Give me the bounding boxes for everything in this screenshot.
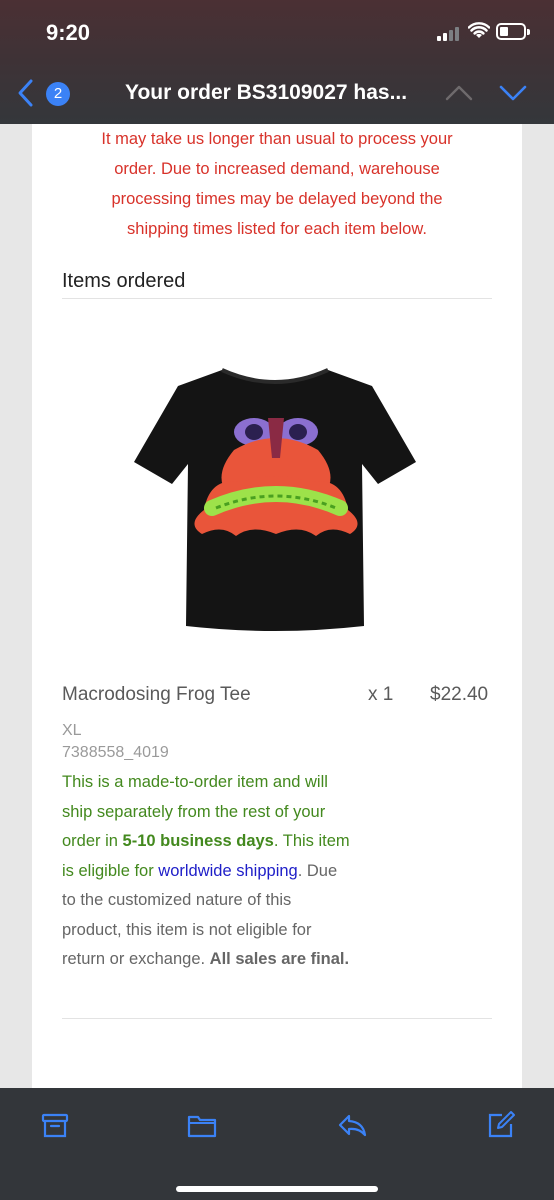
- item-name: Macrodosing Frog Tee: [62, 684, 251, 705]
- item-size: XL: [62, 722, 82, 739]
- notice-line: It may take us longer than usual to proc…: [101, 130, 453, 148]
- section-divider: [62, 298, 492, 299]
- notice-line: shipping times listed for each item belo…: [127, 220, 427, 238]
- item-sku: 7388558_4019: [62, 744, 169, 761]
- top-bar: 9:20 2 Your order BS3109027 has...: [0, 0, 554, 124]
- status-bar: 9:20: [0, 0, 554, 64]
- item-divider: [62, 1018, 492, 1019]
- period-text: .: [273, 832, 279, 850]
- items-ordered-heading: Items ordered: [62, 270, 186, 292]
- compose-icon[interactable]: [486, 1110, 516, 1140]
- worldwide-shipping-link[interactable]: worldwide shipping: [158, 862, 297, 880]
- home-indicator[interactable]: [176, 1186, 378, 1192]
- email-body[interactable]: It may take us longer than usual to proc…: [0, 124, 554, 1088]
- notice-line: order. Due to increased demand, warehous…: [114, 160, 440, 178]
- business-days-text: 5-10 business days: [122, 832, 274, 850]
- reply-icon[interactable]: [337, 1110, 367, 1140]
- message-subject-title: Your order BS3109027 has...: [125, 81, 408, 104]
- back-chevron-icon[interactable]: [16, 78, 36, 108]
- bottom-toolbar: [0, 1088, 554, 1200]
- product-image-frog-tee[interactable]: [130, 360, 420, 636]
- item-quantity: x 1: [368, 684, 394, 705]
- all-sales-final-text: All sales are final.: [209, 950, 350, 968]
- cellular-signal-icon: [437, 25, 463, 41]
- battery-icon: [496, 23, 530, 40]
- archive-icon[interactable]: [40, 1110, 70, 1140]
- wifi-icon: [468, 22, 490, 38]
- notice-line: processing times may be delayed beyond t…: [111, 190, 443, 208]
- email-card: It may take us longer than usual to proc…: [32, 124, 522, 1088]
- next-message-chevron-down-icon[interactable]: [498, 82, 528, 104]
- previous-message-chevron-up-icon[interactable]: [444, 82, 474, 104]
- nav-bar: 2 Your order BS3109027 has...: [0, 64, 554, 124]
- item-shipping-description: This is a made-to-order item and will sh…: [62, 768, 352, 975]
- processing-delay-notice: It may take us longer than usual to proc…: [64, 124, 490, 244]
- folder-icon[interactable]: [187, 1110, 217, 1140]
- status-time: 9:20: [46, 20, 91, 45]
- item-price: $22.40: [430, 684, 489, 705]
- unread-count-badge[interactable]: 2: [46, 82, 70, 106]
